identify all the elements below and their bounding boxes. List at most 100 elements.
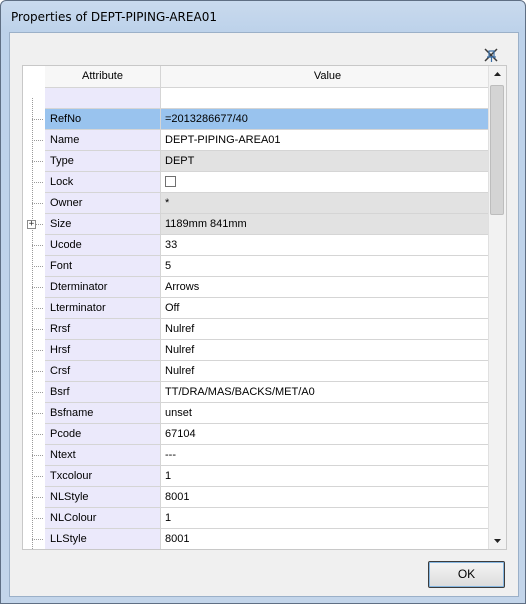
table-row[interactable]: Ntext --- <box>45 445 494 466</box>
table-row[interactable]: Bsfname unset <box>45 403 494 424</box>
tree-stub <box>32 476 43 477</box>
attribute-value-cell[interactable]: 67104 <box>161 424 494 445</box>
tree-stub <box>32 434 43 435</box>
tree-stub <box>32 161 43 162</box>
tree-stub <box>32 329 43 330</box>
attribute-value-cell[interactable]: Arrows <box>161 277 494 298</box>
attribute-name-cell[interactable]: Txcolour <box>45 466 161 487</box>
attribute-name-cell[interactable]: NLColour <box>45 508 161 529</box>
table-row[interactable]: Pcode 67104 <box>45 424 494 445</box>
table-row[interactable]: Ucode 33 <box>45 235 494 256</box>
table-row[interactable]: Name DEPT-PIPING-AREA01 <box>45 130 494 151</box>
tree-stub <box>32 266 43 267</box>
table-row[interactable]: Rrsf Nulref <box>45 319 494 340</box>
column-header-attribute[interactable]: Attribute <box>45 66 161 87</box>
scroll-down-button[interactable] <box>489 532 506 549</box>
attribute-name-cell[interactable]: Dterminator <box>45 277 161 298</box>
table-row[interactable]: Hrsf Nulref <box>45 340 494 361</box>
attribute-value-cell[interactable]: 33 <box>161 235 494 256</box>
attribute-name-cell[interactable]: Lterminator <box>45 298 161 319</box>
table-row[interactable]: Lterminator Off <box>45 298 494 319</box>
tree-stub <box>32 392 43 393</box>
attribute-name-cell[interactable]: Crsf <box>45 361 161 382</box>
table-row[interactable]: Owner * <box>45 193 494 214</box>
attribute-value-cell: * <box>161 193 494 214</box>
table-row[interactable]: Type DEPT <box>45 151 494 172</box>
attribute-value-cell[interactable]: =2013286677/40 <box>161 109 494 130</box>
attribute-value-cell[interactable]: 5 <box>161 256 494 277</box>
tree-stub <box>32 371 43 372</box>
tree-stub <box>32 119 43 120</box>
attribute-value-cell[interactable]: Nulref <box>161 340 494 361</box>
attribute-value-cell: 1189mm 841mm <box>161 214 494 235</box>
table-row[interactable]: NLColour 1 <box>45 508 494 529</box>
attribute-name-cell[interactable]: Rrsf <box>45 319 161 340</box>
pin-icon[interactable] <box>482 46 500 64</box>
attribute-name-cell[interactable]: Hrsf <box>45 340 161 361</box>
attribute-name-cell[interactable]: Type <box>45 151 161 172</box>
tree-stub <box>32 182 43 183</box>
lock-checkbox[interactable] <box>165 175 176 187</box>
attribute-value-cell[interactable]: unset <box>161 403 494 424</box>
attribute-name-cell[interactable]: Owner <box>45 193 161 214</box>
attribute-value-cell[interactable]: Nulref <box>161 361 494 382</box>
table-row[interactable]: Size 1189mm 841mm <box>45 214 494 235</box>
tree-stub <box>32 308 43 309</box>
blank-row <box>45 88 494 109</box>
scroll-thumb[interactable] <box>490 85 504 215</box>
tree-stub <box>32 497 43 498</box>
attribute-name-cell[interactable]: Ucode <box>45 235 161 256</box>
ok-button[interactable]: OK <box>428 561 505 588</box>
table-row[interactable]: Crsf Nulref <box>45 361 494 382</box>
attribute-grid: + Attribute Value RefNo =2013286677/40 Nam… <box>22 65 507 550</box>
column-header-value[interactable]: Value <box>161 66 494 87</box>
tree-stub <box>32 455 43 456</box>
tree-stub <box>32 203 43 204</box>
attribute-value-cell[interactable]: 8001 <box>161 487 494 508</box>
attribute-value-cell: DEPT <box>161 151 494 172</box>
window-title: Properties of DEPT-PIPING-AREA01 <box>11 10 217 24</box>
table-row[interactable]: Lock <box>45 172 494 193</box>
attribute-name-cell[interactable]: Size <box>45 214 161 235</box>
table-header: Attribute Value <box>45 66 494 88</box>
attribute-name-cell[interactable]: Bsrf <box>45 382 161 403</box>
attribute-name-cell[interactable]: Font <box>45 256 161 277</box>
vertical-scrollbar[interactable] <box>488 66 506 549</box>
attribute-value-cell[interactable]: Off <box>161 298 494 319</box>
table-row[interactable]: LLStyle 8001 <box>45 529 494 549</box>
table-row[interactable]: Txcolour 1 <box>45 466 494 487</box>
attribute-name-cell[interactable]: RefNo <box>45 109 161 130</box>
attribute-value-cell[interactable]: 8001 <box>161 529 494 549</box>
attribute-name-cell[interactable]: Lock <box>45 172 161 193</box>
attribute-name-cell[interactable]: Name <box>45 130 161 151</box>
blank-value-cell <box>161 88 494 109</box>
tree-stub <box>32 413 43 414</box>
blank-attribute-cell <box>45 88 161 109</box>
tree-stub <box>32 245 43 246</box>
attribute-name-cell[interactable]: Bsfname <box>45 403 161 424</box>
attribute-value-cell[interactable]: TT/DRA/MAS/BACKS/MET/A0 <box>161 382 494 403</box>
attribute-name-cell[interactable]: NLStyle <box>45 487 161 508</box>
scroll-up-button[interactable] <box>489 66 506 83</box>
lock-value-cell[interactable] <box>161 172 494 193</box>
tree-gutter: + <box>23 66 45 549</box>
expand-plus-icon[interactable]: + <box>27 220 36 229</box>
attribute-value-cell[interactable]: 1 <box>161 466 494 487</box>
attribute-value-cell[interactable]: Nulref <box>161 319 494 340</box>
attribute-value-cell[interactable]: --- <box>161 445 494 466</box>
tree-stub <box>32 350 43 351</box>
table-row[interactable]: Dterminator Arrows <box>45 277 494 298</box>
title-bar[interactable]: Properties of DEPT-PIPING-AREA01 <box>1 1 525 31</box>
tree-stub <box>32 518 43 519</box>
attribute-value-cell[interactable]: DEPT-PIPING-AREA01 <box>161 130 494 151</box>
table-row[interactable]: Font 5 <box>45 256 494 277</box>
tree-stub <box>32 539 43 540</box>
attribute-name-cell[interactable]: LLStyle <box>45 529 161 549</box>
table-row[interactable]: Bsrf TT/DRA/MAS/BACKS/MET/A0 <box>45 382 494 403</box>
attribute-name-cell[interactable]: Ntext <box>45 445 161 466</box>
attribute-name-cell[interactable]: Pcode <box>45 424 161 445</box>
table-row[interactable]: NLStyle 8001 <box>45 487 494 508</box>
table-row[interactable]: RefNo =2013286677/40 <box>45 109 494 130</box>
attribute-value-cell[interactable]: 1 <box>161 508 494 529</box>
tree-connector-line <box>32 98 33 549</box>
